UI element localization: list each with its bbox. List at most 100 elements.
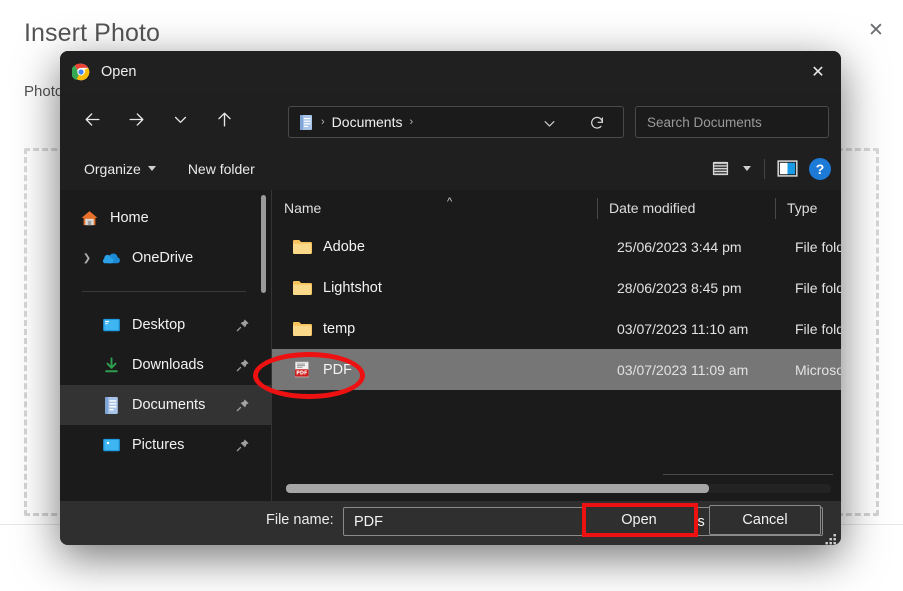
arrow-right-icon [128,113,144,126]
list-bottom-rule [663,474,833,475]
organize-label: Organize [84,160,141,177]
file-date-cell: 03/07/2023 11:10 am [617,320,749,337]
dialog-title: Open [101,63,137,80]
documents-folder-icon [300,114,312,130]
help-glyph: ? [815,160,825,177]
file-name-cell: Lightshot [292,279,382,296]
search-input[interactable] [647,114,824,130]
file-name-input[interactable] [354,513,611,530]
page-title: Insert Photo [24,19,161,47]
chevron-down-icon [174,116,186,123]
documents-icon [105,396,118,414]
close-icon[interactable]: ✕ [795,51,841,92]
sidebar-item-label: Home [110,210,149,226]
file-name-cell: Adobe [292,238,365,255]
column-header-type-label: Type [787,200,818,216]
forward-button[interactable] [117,103,155,137]
toolbar-divider [764,158,765,179]
file-list: Name ^ Date modified Type Adobe 25/06/20… [272,190,841,501]
arrow-up-icon [217,112,231,127]
organize-button[interactable]: Organize [75,156,165,182]
new-folder-label: New folder [187,160,255,177]
file-date-cell: 28/06/2023 8:45 pm [617,279,742,296]
list-view-icon [712,161,728,176]
preview-pane-icon [776,160,798,177]
view-dropdown-button[interactable] [736,153,758,185]
pin-icon[interactable] [236,318,250,332]
folder-icon [293,322,312,336]
table-row[interactable]: Lightshot 28/06/2023 8:45 pm File fold [272,267,841,308]
file-type-cell: File fold [795,279,841,296]
sidebar-item-label: Desktop [132,317,186,333]
desktop-icon [103,318,120,331]
breadcrumb-path[interactable]: Documents [332,114,403,130]
search-box[interactable] [635,106,829,138]
table-row[interactable]: temp 03/07/2023 11:10 am File fold [272,308,841,349]
refresh-button[interactable] [577,107,617,139]
view-options-group: ? [704,147,831,190]
photo-section-label: Photo [24,83,64,100]
recent-locations-button[interactable] [161,103,199,137]
chevron-right-icon[interactable]: ❯ [80,251,94,265]
file-date-cell: 25/06/2023 3:44 pm [617,238,742,255]
file-name-label: File name: [266,512,334,528]
file-type-cell: File fold [795,238,841,255]
back-button[interactable] [73,103,111,137]
sidebar-item-downloads[interactable]: Downloads [60,345,272,385]
list-view-button[interactable] [704,153,736,185]
chrome-logo-icon [72,63,90,80]
pin-icon[interactable] [236,358,250,372]
file-name-label: PDF [323,361,352,378]
sidebar-item-label: OneDrive [132,250,194,266]
open-button-wrapper: Open [583,505,695,535]
column-header-date-modified[interactable]: Date modified [597,190,775,226]
dialog-titlebar[interactable]: Open ✕ [60,51,841,92]
table-row[interactable]: PDF PDF 03/07/2023 11:09 am Microso [272,349,841,390]
chevron-down-icon [743,166,751,171]
column-header-type[interactable]: Type [775,190,841,226]
pin-icon[interactable] [236,438,250,452]
sidebar-item-label: Documents [132,397,206,413]
pin-icon[interactable] [236,398,250,412]
file-list-horizontal-scrollbar[interactable] [286,484,831,493]
sidebar-item-desktop[interactable]: Desktop [60,305,272,345]
file-list-header: Name ^ Date modified Type [272,190,841,226]
chevron-down-icon [544,120,555,127]
address-dropdown-button[interactable] [534,107,565,139]
sidebar-divider [82,291,246,292]
file-type-cell: File fold [795,320,841,337]
file-date-cell: 03/07/2023 11:09 am [617,361,749,378]
table-row[interactable]: Adobe 25/06/2023 3:44 pm File fold [272,226,841,267]
file-name-label: Lightshot [323,279,382,296]
up-button[interactable] [205,103,243,137]
open-button[interactable]: Open [583,505,695,535]
downloads-icon [105,356,118,372]
sidebar-item-documents[interactable]: Documents [60,385,272,425]
file-name-cell: PDF PDF [292,361,352,378]
column-header-name-label: Name [284,200,322,216]
file-type-cell: Microso [795,361,841,378]
sidebar-item-onedrive[interactable]: ❯ OneDrive [60,238,272,278]
cancel-button[interactable]: Cancel [709,505,821,535]
sidebar-item-home[interactable]: Home [60,198,272,238]
onedrive-cloud-icon [102,253,120,263]
column-header-name[interactable]: Name [272,190,597,226]
home-icon [81,210,98,225]
sidebar-item-label: Downloads [132,357,204,373]
close-icon[interactable]: ✕ [863,18,889,44]
scrollbar-thumb[interactable] [286,484,709,493]
preview-pane-button[interactable] [771,153,803,185]
sidebar-scrollbar-thumb[interactable] [261,195,266,293]
sidebar-item-pictures[interactable]: Pictures [60,425,272,465]
address-bar[interactable]: › Documents › [288,106,624,138]
svg-text:PDF: PDF [296,371,307,377]
help-icon[interactable]: ? [809,157,831,180]
sidebar-item-label: Pictures [132,437,185,453]
file-name-label: Adobe [323,238,365,255]
resize-grip-icon[interactable] [823,533,837,547]
breadcrumb-separator-end: › [409,116,414,128]
new-folder-button[interactable]: New folder [179,156,264,182]
open-file-dialog: Open ✕ › Documents › Search Documents Or… [60,51,841,545]
chevron-down-icon [147,166,156,171]
arrow-left-icon [84,113,100,126]
